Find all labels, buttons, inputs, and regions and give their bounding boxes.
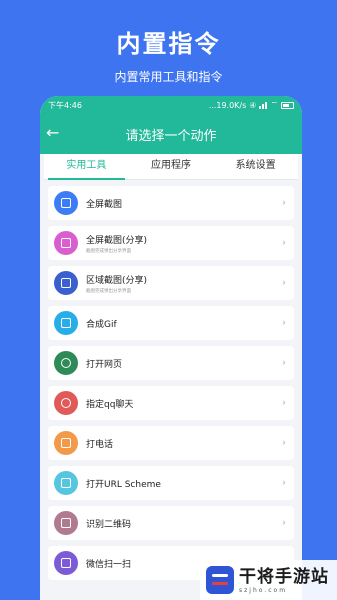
chevron-right-icon: ›: [282, 237, 286, 249]
app-header: 下午4:46 ...19.0K/s ④ ⌔ ← 请选择一个动作: [40, 96, 302, 154]
watermark-url: szjho.com: [239, 586, 288, 594]
list-item-gif[interactable]: 合成Gif ›: [48, 306, 294, 340]
signal-icon: [259, 101, 268, 109]
back-arrow-icon[interactable]: ←: [46, 124, 59, 142]
fullscreen-capture-icon: [54, 191, 78, 215]
tab-tools[interactable]: 实用工具: [44, 154, 129, 180]
wifi-icon: ⌔: [270, 100, 278, 109]
chevron-right-icon: ›: [282, 197, 286, 209]
status-bar: 下午4:46 ...19.0K/s ④ ⌔: [40, 96, 302, 114]
chevron-right-icon: ›: [282, 477, 286, 489]
action-list: 全屏截图 › 全屏截图(分享) 截图完成弹出分享界面 › 区域截图(分享) 截图…: [40, 180, 302, 580]
list-item-label: 合成Gif: [86, 319, 117, 330]
wechat-scan-icon: [54, 551, 78, 575]
list-item-label: 指定qq聊天: [86, 399, 134, 410]
tab-apps[interactable]: 应用程序: [129, 154, 214, 179]
list-item-sublabel: 截图完成弹出分享界面: [86, 288, 131, 294]
area-capture-share-icon: [54, 271, 78, 295]
phone-screen: 下午4:46 ...19.0K/s ④ ⌔ ← 请选择一个动作 实用工具 应用程…: [40, 96, 302, 600]
watermark-name: 干将手游站: [239, 566, 329, 587]
status-time: 下午4:46: [48, 100, 82, 110]
chevron-right-icon: ›: [282, 397, 286, 409]
list-item-qrcode[interactable]: 识别二维码 ›: [48, 506, 294, 540]
qq-icon: [54, 391, 78, 415]
url-scheme-icon: [54, 471, 78, 495]
hero-title: 内置指令: [116, 30, 221, 58]
chevron-right-icon: ›: [282, 277, 286, 289]
chevron-right-icon: ›: [282, 357, 286, 369]
list-item-fullscreen-capture[interactable]: 全屏截图 ›: [48, 186, 294, 220]
list-item-sublabel: 截图完成弹出分享界面: [86, 248, 131, 254]
sim-badge-icon: ④: [249, 100, 257, 110]
tab-bar: 实用工具 应用程序 系统设置: [44, 154, 298, 180]
phone-icon: [54, 431, 78, 455]
watermark: 干将手游站 szjho.com: [200, 560, 337, 600]
battery-icon: [281, 101, 294, 109]
list-item-phone-call[interactable]: 打电话 ›: [48, 426, 294, 460]
list-item-qq-chat[interactable]: 指定qq聊天 ›: [48, 386, 294, 420]
navbar: ← 请选择一个动作: [40, 114, 302, 154]
list-item-open-webpage[interactable]: 打开网页 ›: [48, 346, 294, 380]
chevron-right-icon: ›: [282, 317, 286, 329]
tab-system-settings[interactable]: 系统设置: [213, 154, 298, 179]
list-item-label: 打电话: [86, 439, 114, 450]
net-speed: ...19.0K/s: [208, 100, 247, 110]
hero-subtitle: 内置常用工具和指令: [114, 70, 223, 84]
list-item-url-scheme[interactable]: 打开URL Scheme ›: [48, 466, 294, 500]
list-item-label: 全屏截图(分享): [86, 235, 148, 246]
chevron-right-icon: ›: [282, 517, 286, 529]
globe-icon: [54, 351, 78, 375]
fullscreen-capture-share-icon: [54, 231, 78, 255]
gif-icon: [54, 311, 78, 335]
list-item-label: 识别二维码: [86, 519, 132, 530]
list-item-area-capture-share[interactable]: 区域截图(分享) 截图完成弹出分享界面 ›: [48, 266, 294, 300]
list-item-label: 微信扫一扫: [86, 559, 132, 570]
list-item-label: 打开URL Scheme: [86, 479, 161, 490]
status-icons: ...19.0K/s ④ ⌔: [209, 100, 294, 110]
qrcode-icon: [54, 511, 78, 535]
watermark-logo-icon: [206, 566, 234, 594]
list-item-label: 打开网页: [86, 359, 123, 370]
list-item-label: 全屏截图: [86, 199, 123, 210]
list-item-label: 区域截图(分享): [86, 275, 148, 286]
page-title: 请选择一个动作: [125, 128, 217, 144]
chevron-right-icon: ›: [282, 437, 286, 449]
list-item-fullscreen-capture-share[interactable]: 全屏截图(分享) 截图完成弹出分享界面 ›: [48, 226, 294, 260]
